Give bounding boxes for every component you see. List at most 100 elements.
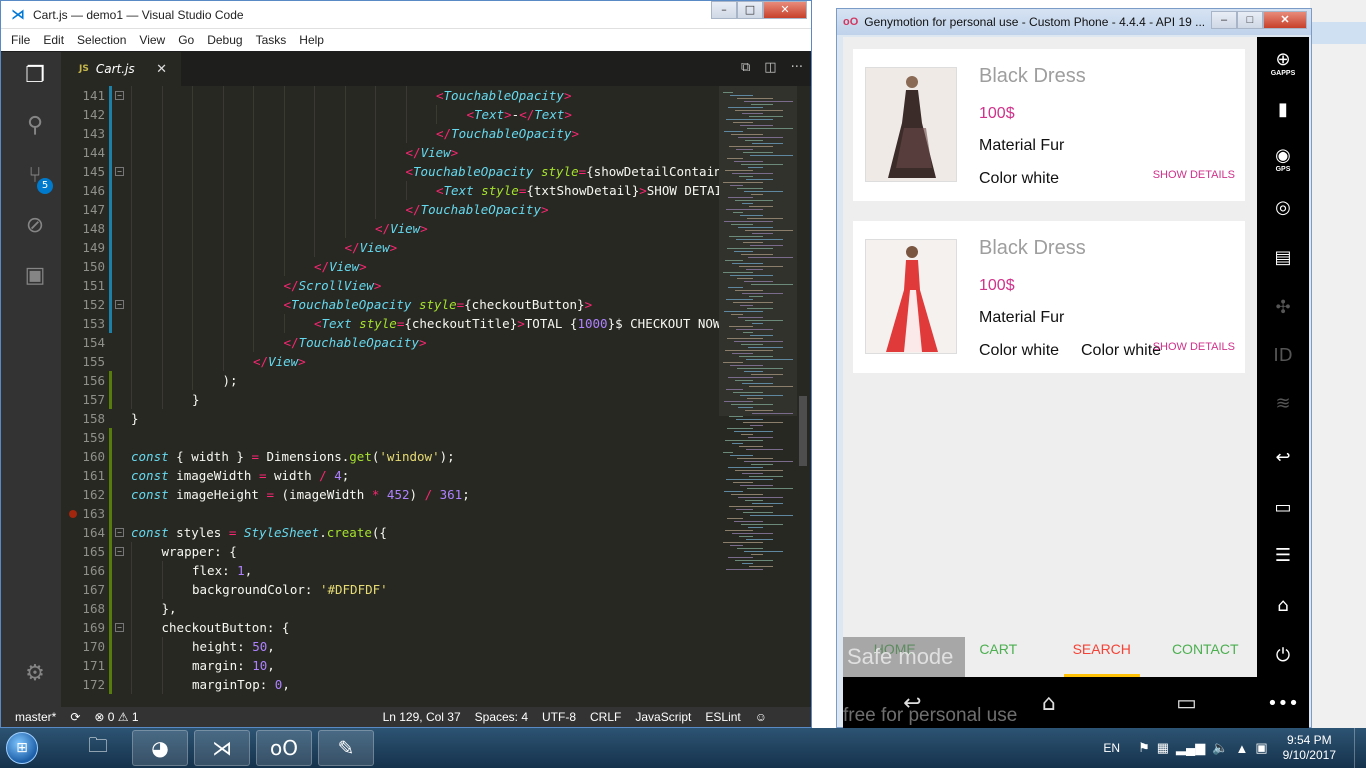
git-branch[interactable]: master* [15, 710, 56, 724]
code-line[interactable]: 169 − checkoutButton: { [61, 618, 719, 637]
open-preview-icon[interactable]: ⧉ [741, 60, 750, 75]
fold-icon[interactable]: − [115, 167, 124, 176]
start-button[interactable]: ⊞ [0, 728, 44, 768]
fold-icon[interactable]: − [115, 300, 124, 309]
tray-device-icon[interactable]: ▣ [1255, 740, 1267, 756]
home-icon[interactable]: ⌂ [1042, 691, 1056, 716]
minimap[interactable] [719, 86, 797, 707]
menu-icon[interactable]: ☰ [1257, 545, 1309, 566]
tray-volume-icon[interactable]: 🔈 [1212, 740, 1228, 756]
tab-search[interactable]: SEARCH [1050, 621, 1154, 677]
code-line[interactable]: 148 </View> [61, 219, 719, 238]
recent-apps-icon[interactable]: ▭ [1257, 497, 1309, 518]
encoding[interactable]: UTF-8 [542, 710, 576, 724]
scrollbar-thumb[interactable] [799, 396, 807, 466]
code-line[interactable]: 155 </View> [61, 352, 719, 371]
code-line[interactable]: 142 <Text>-</Text> [61, 105, 719, 124]
code-line[interactable]: 170 height: 50, [61, 637, 719, 656]
file-explorer-icon[interactable]: 🗀 [70, 730, 126, 766]
tray-signal-icon[interactable]: ▂▄▆ [1176, 740, 1205, 756]
android-home-icon[interactable]: ⌂ [1257, 595, 1309, 616]
breakpoint-icon[interactable] [69, 510, 77, 518]
line-ending[interactable]: CRLF [590, 710, 621, 724]
code-line[interactable]: 152 − <TouchableOpacity style={checkoutBut… [61, 295, 719, 314]
code-line[interactable]: 161 const imageWidth = width / 4; [61, 466, 719, 485]
genymotion-maximize-button[interactable]: □ [1237, 11, 1263, 29]
code-line[interactable]: 144 </View> [61, 143, 719, 162]
eslint-status[interactable]: ESLint [705, 710, 740, 724]
minimize-button[interactable]: – [711, 1, 737, 19]
code-line[interactable]: 156); [61, 371, 719, 390]
code-line[interactable]: 166 flex: 1, [61, 561, 719, 580]
code-line[interactable]: 168}, [61, 599, 719, 618]
code-line[interactable]: 164 − const styles = StyleSheet.create({ [61, 523, 719, 542]
gear-icon[interactable]: ⚙ [21, 660, 49, 688]
code-line[interactable]: 146 <Text style={txtShowDetail}>SHOW DETA… [61, 181, 719, 200]
menu-file[interactable]: File [11, 33, 30, 47]
sync-icon[interactable]: ⟳ [70, 710, 80, 724]
clock[interactable]: 9:54 PM 9/10/2017 [1283, 733, 1336, 763]
show-desktop-button[interactable] [1354, 728, 1366, 768]
language-mode[interactable]: JavaScript [635, 710, 691, 724]
tab-cart-js[interactable]: JS Cart.js ✕ [61, 52, 181, 86]
fold-icon[interactable]: − [115, 91, 124, 100]
code-line[interactable]: 160 const { width } = Dimensions.get('win… [61, 447, 719, 466]
battery-icon[interactable]: ▮ [1257, 99, 1309, 120]
editor-scrollbar[interactable] [797, 86, 811, 707]
tray-drive-icon[interactable]: ▲ [1235, 741, 1248, 756]
code-line[interactable]: 141 − <TouchableOpacity> [61, 86, 719, 105]
tab-contact[interactable]: CONTACT [1154, 621, 1258, 677]
extensions-icon[interactable]: ▣ [21, 262, 49, 290]
code-line[interactable]: 167 backgroundColor: '#DFDFDF' [61, 580, 719, 599]
close-tab-icon[interactable]: ✕ [156, 62, 167, 77]
problems-indicator[interactable]: ⊗ 0 ⚠ 1 [94, 710, 138, 724]
paint-icon[interactable]: ✎ [318, 730, 374, 766]
menu-selection[interactable]: Selection [77, 33, 126, 47]
code-line[interactable]: 171 margin: 10, [61, 656, 719, 675]
debug-icon[interactable]: ⊘ [21, 212, 49, 240]
explorer-icon[interactable]: ❐ [21, 62, 49, 90]
code-line[interactable]: 147 </TouchableOpacity> [61, 200, 719, 219]
more-icon[interactable]: ••• [1257, 693, 1309, 714]
code-line[interactable]: 149 </View> [61, 238, 719, 257]
indentation[interactable]: Spaces: 4 [475, 710, 528, 724]
webcam-icon[interactable]: ◎ [1257, 197, 1309, 218]
genymotion-taskbar-icon[interactable]: oO [256, 730, 312, 766]
minimap-slider[interactable] [719, 86, 797, 416]
code-line[interactable]: 158} [61, 409, 719, 428]
feedback-icon[interactable]: ☺ [755, 710, 767, 724]
menu-view[interactable]: View [139, 33, 165, 47]
code-line[interactable]: 153 <Text style={checkoutTitle}>TOTAL {10… [61, 314, 719, 333]
code-editor[interactable]: 141− <TouchableOpacity> 142 <Text>-</Text> 1… [61, 86, 719, 707]
code-line[interactable]: 143 </TouchableOpacity> [61, 124, 719, 143]
menu-debug[interactable]: Debug [207, 33, 242, 47]
menu-help[interactable]: Help [299, 33, 324, 47]
show-details-button[interactable]: SHOW DETAILS [1153, 169, 1235, 181]
more-actions-icon[interactable]: ··· [791, 60, 803, 75]
screencast-icon[interactable]: ▤ [1257, 247, 1309, 268]
recents-icon[interactable]: ▭ [1176, 691, 1197, 716]
code-line[interactable]: 162 const imageHeight = (imageWidth * 452… [61, 485, 719, 504]
tray-network-icon[interactable]: ▦ [1157, 740, 1169, 756]
genymotion-close-button[interactable]: ✕ [1263, 11, 1307, 29]
close-button[interactable]: ✕ [763, 1, 807, 19]
split-editor-icon[interactable]: ◫ [764, 60, 776, 75]
dpad-icon[interactable]: ✣ [1257, 297, 1309, 318]
code-line[interactable]: 165 − wrapper: { [61, 542, 719, 561]
network-icon[interactable]: ≋ [1257, 393, 1309, 414]
cursor-position[interactable]: Ln 129, Col 37 [383, 710, 461, 724]
menu-edit[interactable]: Edit [43, 33, 64, 47]
genymotion-minimize-button[interactable]: – [1211, 11, 1237, 29]
fold-icon[interactable]: − [115, 547, 124, 556]
code-line[interactable]: 159 [61, 428, 719, 447]
search-icon[interactable]: ⚲ [21, 112, 49, 140]
show-details-button[interactable]: SHOW DETAILS [1153, 341, 1235, 353]
code-line[interactable]: 163 [61, 504, 719, 523]
android-back-icon[interactable]: ↩ [1257, 447, 1309, 468]
code-line[interactable]: 150 </View> [61, 257, 719, 276]
vscode-taskbar-icon[interactable]: ⋊ [194, 730, 250, 766]
chrome-icon[interactable]: ◕ [132, 730, 188, 766]
power-icon[interactable]: ⏻ [1257, 645, 1309, 666]
tray-flag-icon[interactable]: ⚑ [1138, 740, 1150, 756]
menu-go[interactable]: Go [178, 33, 194, 47]
